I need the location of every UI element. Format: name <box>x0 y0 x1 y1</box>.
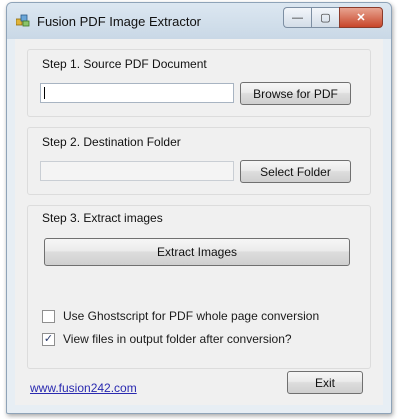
app-window: Fusion PDF Image Extractor — ▢ ✕ Step 1.… <box>6 2 392 414</box>
view-files-checkbox[interactable]: ✓ <box>42 332 55 346</box>
window-title: Fusion PDF Image Extractor <box>37 14 201 29</box>
caption-buttons: — ▢ ✕ <box>283 7 383 28</box>
select-folder-button[interactable]: Select Folder <box>240 160 351 183</box>
checkmark-icon: ✓ <box>43 332 54 345</box>
exit-button[interactable]: Exit <box>287 371 363 394</box>
step1-group: Step 1. Source PDF Document Browse for P… <box>27 49 371 117</box>
step3-label: Step 3. Extract images <box>42 211 163 225</box>
view-files-option[interactable]: ✓ View files in output folder after conv… <box>42 332 292 346</box>
maximize-button[interactable]: ▢ <box>311 7 339 28</box>
ghostscript-label: Use Ghostscript for PDF whole page conve… <box>63 309 320 323</box>
close-button[interactable]: ✕ <box>339 7 383 28</box>
minimize-icon: — <box>292 11 303 24</box>
maximize-icon: ▢ <box>320 12 331 24</box>
step2-group: Step 2. Destination Folder Select Folder <box>27 127 371 195</box>
text-caret <box>44 87 45 99</box>
view-files-label: View files in output folder after conver… <box>63 332 292 346</box>
browse-pdf-button[interactable]: Browse for PDF <box>240 82 351 105</box>
website-link[interactable]: www.fusion242.com <box>30 381 137 395</box>
minimize-button[interactable]: — <box>283 7 311 28</box>
close-icon: ✕ <box>356 12 366 24</box>
extract-images-button[interactable]: Extract Images <box>44 238 350 266</box>
step2-label: Step 2. Destination Folder <box>42 135 181 149</box>
app-icon <box>16 14 30 27</box>
ghostscript-option[interactable]: Use Ghostscript for PDF whole page conve… <box>42 309 319 323</box>
source-pdf-input[interactable] <box>40 83 234 103</box>
destination-folder-input[interactable] <box>40 161 234 181</box>
title-bar[interactable]: Fusion PDF Image Extractor — ▢ ✕ <box>7 3 391 39</box>
ghostscript-checkbox[interactable] <box>42 309 55 323</box>
step3-group: Step 3. Extract images Extract Images Us… <box>27 205 371 369</box>
client-area: Step 1. Source PDF Document Browse for P… <box>15 39 383 405</box>
step1-label: Step 1. Source PDF Document <box>42 57 207 71</box>
